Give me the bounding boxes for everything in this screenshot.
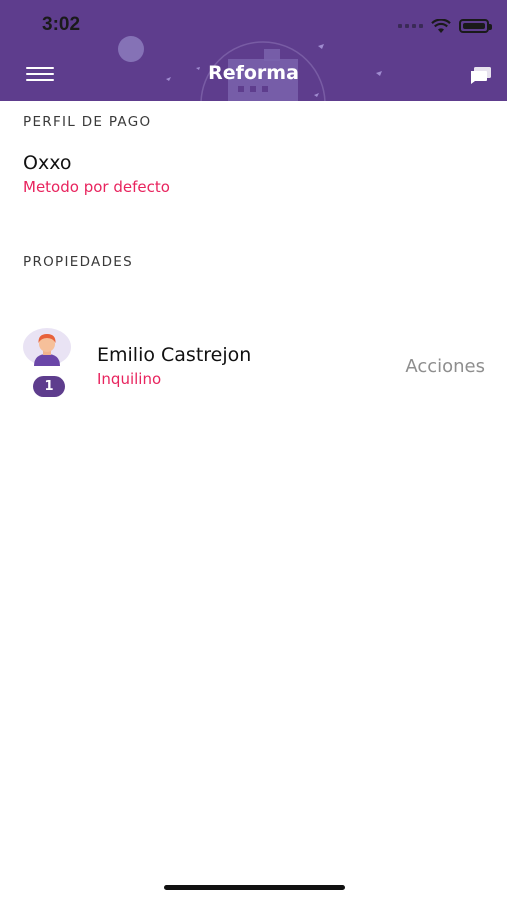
home-indicator[interactable] — [164, 885, 345, 890]
top-app-bar: 3:02 Reforma — [0, 0, 507, 101]
user-avatar-icon — [23, 328, 71, 366]
payment-method-name[interactable]: Oxxo — [23, 152, 71, 174]
tenant-role: Inquilino — [97, 370, 162, 388]
header-illustration — [118, 36, 382, 101]
chat-icon — [471, 67, 491, 84]
actions-button[interactable]: Acciones — [405, 356, 485, 377]
tenant-name: Emilio Castrejon — [97, 344, 252, 366]
payment-profile-heading: PERFIL DE PAGO — [23, 114, 152, 130]
properties-heading: PROPIEDADES — [23, 254, 133, 270]
chat-button[interactable] — [470, 66, 492, 84]
property-count-badge: 1 — [33, 376, 65, 397]
page-title: Reforma — [208, 62, 299, 84]
payment-method-status: Metodo por defecto — [23, 178, 170, 196]
